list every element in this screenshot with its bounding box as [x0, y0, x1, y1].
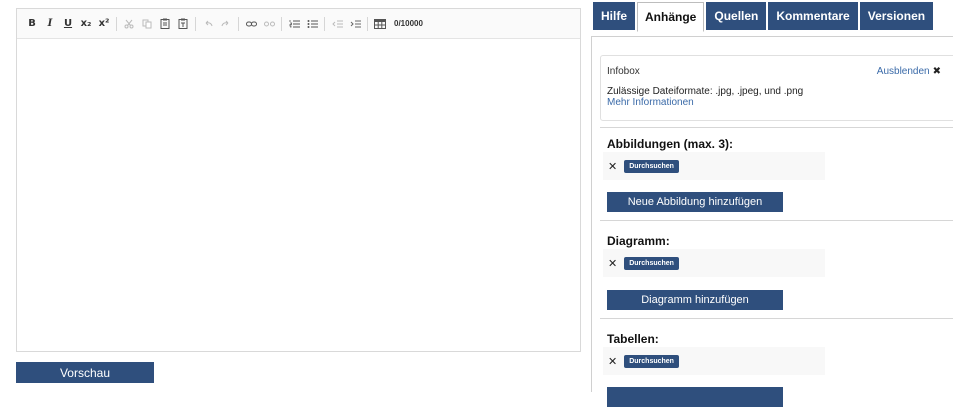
outdent-icon[interactable] [330, 16, 344, 32]
section-divider [600, 220, 953, 221]
table-file-row: ✕ Durchsuchen [603, 347, 825, 375]
more-info-link[interactable]: Mehr Informationen [607, 97, 953, 108]
table-icon[interactable] [373, 16, 387, 32]
add-table-button[interactable] [607, 387, 783, 407]
browse-button[interactable]: Durchsuchen [624, 159, 679, 173]
editor-text-area[interactable] [17, 39, 580, 351]
image-file-row: ✕ Durchsuchen [603, 152, 825, 180]
underline-button[interactable]: U [61, 16, 75, 32]
infobox: Infobox Ausblenden ✖ Zulässige Dateiforma… [600, 55, 953, 121]
tab-comments[interactable]: Kommentare [768, 2, 858, 30]
toolbar-divider [195, 16, 196, 31]
images-section-title: Abbildungen (max. 3): [607, 137, 733, 151]
character-counter: 0/10000 [394, 19, 423, 28]
indent-icon[interactable] [348, 16, 362, 32]
toolbar-divider [238, 16, 239, 31]
hide-infobox-link[interactable]: Ausblenden ✖ [877, 66, 941, 77]
section-divider [600, 127, 953, 128]
diagram-file-row: ✕ Durchsuchen [603, 249, 825, 277]
redo-icon[interactable] [219, 16, 233, 32]
copy-icon[interactable] [140, 16, 154, 32]
tab-sources[interactable]: Quellen [706, 2, 767, 30]
paste-text-icon[interactable] [176, 16, 190, 32]
browse-button[interactable]: Durchsuchen [624, 354, 679, 368]
remove-icon[interactable]: ✕ [608, 355, 617, 368]
add-diagram-button[interactable]: Diagramm hinzufügen [607, 290, 783, 310]
editor-toolbar: B I U x₂ x² 0/10000 [17, 9, 580, 39]
link-icon[interactable] [244, 16, 258, 32]
tab-attachments[interactable]: Anhänge [637, 2, 705, 32]
rich-text-editor: B I U x₂ x² 0/10000 [16, 8, 581, 352]
add-image-button[interactable]: Neue Abbildung hinzufügen [607, 192, 783, 212]
toolbar-divider [281, 16, 282, 31]
tab-help[interactable]: Hilfe [593, 2, 636, 30]
toolbar-divider [116, 16, 117, 31]
paste-icon[interactable] [158, 16, 172, 32]
attachments-panel: Infobox Ausblenden ✖ Zulässige Dateiforma… [591, 36, 953, 407]
unlink-icon[interactable] [262, 16, 276, 32]
section-divider [600, 318, 953, 319]
cut-icon[interactable] [122, 16, 136, 32]
diagram-section-title: Diagramm: [607, 234, 670, 248]
superscript-button[interactable]: x² [97, 16, 111, 32]
toolbar-divider [367, 16, 368, 31]
browse-button[interactable]: Durchsuchen [624, 256, 679, 270]
hide-infobox-label[interactable]: Ausblenden [877, 66, 930, 77]
close-icon[interactable]: ✖ [933, 66, 941, 77]
subscript-button[interactable]: x₂ [79, 16, 93, 32]
infobox-text: Zulässige Dateiformate: .jpg, .jpeg, und… [607, 86, 804, 97]
bullet-list-icon[interactable] [305, 16, 319, 32]
tables-section-title: Tabellen: [607, 332, 659, 346]
toolbar-divider [324, 16, 325, 31]
bold-button[interactable]: B [25, 16, 39, 32]
undo-icon[interactable] [201, 16, 215, 32]
tab-versions[interactable]: Versionen [859, 2, 934, 30]
numbered-list-icon[interactable] [287, 16, 301, 32]
italic-button[interactable]: I [43, 16, 57, 32]
remove-icon[interactable]: ✕ [608, 257, 617, 270]
preview-button[interactable]: Vorschau [16, 362, 154, 383]
remove-icon[interactable]: ✕ [608, 160, 617, 173]
panel-tabs: Hilfe Anhänge Quellen Kommentare Version… [593, 2, 935, 32]
